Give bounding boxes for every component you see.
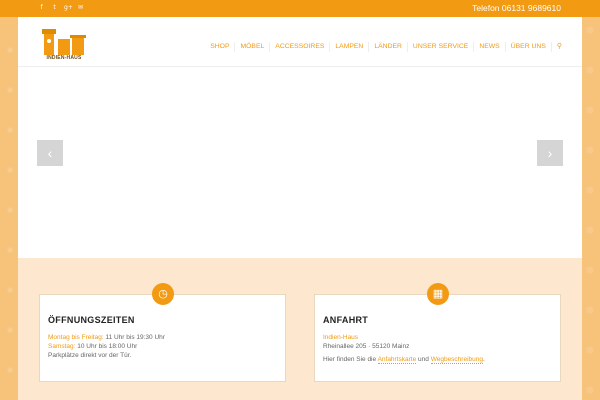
parking-note: Parkplätze direkt vor der Tür. (48, 352, 132, 359)
nav-moebel[interactable]: MÖBEL (234, 42, 269, 52)
header: INDIEN-HAUS SHOP MÖBEL ACCESSOIRES LAMPE… (18, 17, 582, 67)
directions-text: Hier finden Sie die Anfahrtskarte und We… (323, 356, 485, 364)
map-link[interactable]: Anfahrtskarte (377, 356, 417, 364)
facebook-icon[interactable]: f (38, 3, 45, 13)
store-address: Rheinallee 205 · 55120 Mainz (323, 343, 410, 350)
search-icon[interactable]: ⚲ (550, 42, 562, 52)
hours-weekdays: Montag bis Freitag: 11 Uhr bis 19:30 Uhr (48, 334, 165, 341)
nav-news[interactable]: NEWS (473, 42, 504, 52)
info-section: ◷ ÖFFNUNGSZEITEN Montag bis Freitag: 11 … (18, 258, 582, 400)
clock-icon: ◷ (152, 283, 174, 305)
social-links: f t g+ ✉ (38, 3, 84, 13)
page-container: INDIEN-HAUS SHOP MÖBEL ACCESSOIRES LAMPE… (18, 17, 582, 400)
opening-hours-card: ◷ ÖFFNUNGSZEITEN Montag bis Freitag: 11 … (39, 283, 286, 382)
card-title: ANFAHRT (323, 315, 369, 325)
image-slider: ‹ › (18, 68, 582, 258)
logo-name: INDIEN-HAUS (46, 55, 82, 61)
mail-icon[interactable]: ✉ (77, 3, 84, 13)
directions-card: ▦ ANFAHRT Indien-Haus Rheinallee 205 · 5… (314, 283, 561, 382)
slider-prev-button[interactable]: ‹ (37, 140, 63, 166)
slider-next-button[interactable]: › (537, 140, 563, 166)
main-nav: SHOP MÖBEL ACCESSOIRES LAMPEN LÄNDER UNS… (205, 42, 562, 52)
map-icon: ▦ (427, 283, 449, 305)
hours-saturday: Samstag: 10 Uhr bis 18:00 Uhr (48, 343, 138, 350)
twitter-icon[interactable]: t (51, 3, 58, 13)
card-title: ÖFFNUNGSZEITEN (48, 315, 135, 325)
nav-shop[interactable]: SHOP (205, 42, 234, 52)
nav-unser-service[interactable]: UNSER SERVICE (406, 42, 473, 52)
nav-accessoires[interactable]: ACCESSOIRES (269, 42, 329, 52)
directions-link[interactable]: Wegbeschreibung (430, 356, 483, 364)
nav-ueber-uns[interactable]: ÜBER UNS (504, 42, 551, 52)
google-plus-icon[interactable]: g+ (64, 3, 73, 13)
top-bar: f t g+ ✉ Telefon 06131 9689610 (0, 0, 600, 17)
store-name: Indien-Haus (323, 334, 359, 341)
phone-number: Telefon 06131 9689610 (472, 3, 561, 13)
nav-laender[interactable]: LÄNDER (368, 42, 407, 52)
nav-lampen[interactable]: LAMPEN (329, 42, 368, 52)
